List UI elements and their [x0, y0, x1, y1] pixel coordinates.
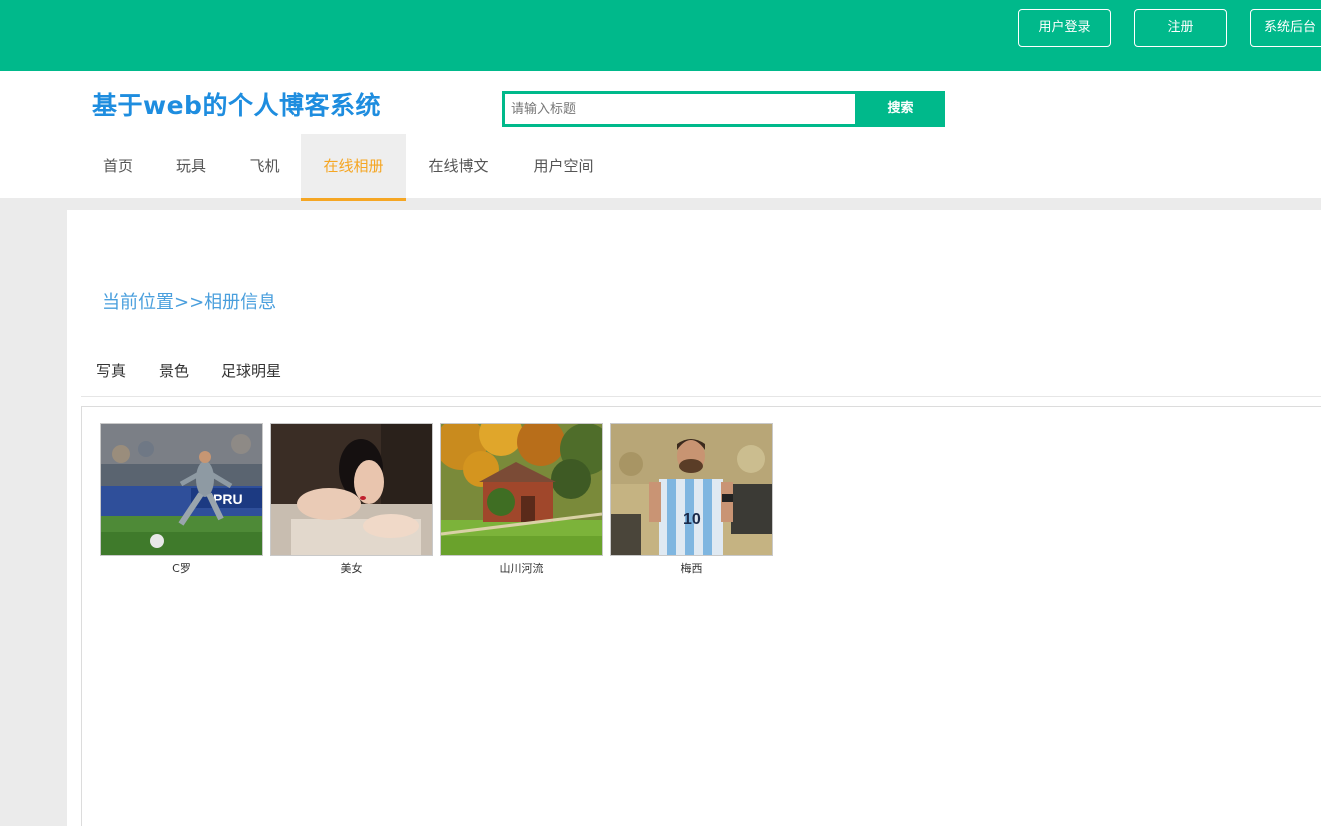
gallery-card[interactable]: 10 梅西 — [610, 423, 773, 576]
register-button[interactable]: 注册 — [1134, 9, 1227, 47]
header: 基于web的个人博客系统 搜索 首页 玩具 飞机 在线相册 在线博文 用户空间 — [0, 71, 1321, 201]
nav-item-user-space[interactable]: 用户空间 — [516, 134, 611, 201]
nav-item-home[interactable]: 首页 — [82, 134, 154, 201]
svg-text:PRU: PRU — [213, 491, 243, 507]
nav-item-toys[interactable]: 玩具 — [154, 134, 228, 201]
divider — [81, 396, 1321, 397]
photo-gallery: PRU C罗 美女 山川河流 10 梅西 — [81, 406, 1321, 826]
photo-caption: 美女 — [340, 562, 363, 575]
category-football-stars[interactable]: 足球明星 — [221, 360, 281, 381]
svg-text:10: 10 — [683, 511, 701, 528]
search-button[interactable]: 搜索 — [856, 91, 945, 127]
footballer-kicking-ball-photo[interactable]: PRU — [100, 423, 263, 556]
gallery-card[interactable]: PRU C罗 — [100, 423, 263, 576]
login-button[interactable]: 用户登录 — [1018, 9, 1111, 47]
photo-caption: 梅西 — [680, 562, 703, 575]
nav-item-blog[interactable]: 在线博文 — [411, 134, 506, 201]
content-panel: 当前位置>>相册信息 写真 景色 足球明星 PRU C罗 美女 山川河流 10 … — [67, 210, 1321, 826]
search-input[interactable] — [502, 91, 858, 127]
gallery-card[interactable]: 山川河流 — [440, 423, 603, 576]
footballer-in-argentina-shirt-photo[interactable]: 10 — [610, 423, 773, 556]
nav-item-planes[interactable]: 飞机 — [228, 134, 301, 201]
top-bar: 用户登录 注册 系统后台 — [0, 0, 1321, 71]
woman-portrait-photo[interactable] — [270, 423, 433, 556]
autumn-barn-landscape-photo[interactable] — [440, 423, 603, 556]
photo-caption: 山川河流 — [499, 562, 544, 575]
category-portrait[interactable]: 写真 — [96, 360, 126, 381]
breadcrumb: 当前位置>>相册信息 — [102, 292, 277, 313]
photo-caption: C罗 — [172, 562, 191, 575]
site-title[interactable]: 基于web的个人博客系统 — [92, 86, 381, 122]
gallery-card[interactable]: 美女 — [270, 423, 433, 576]
admin-button[interactable]: 系统后台 — [1250, 9, 1321, 47]
category-scenery[interactable]: 景色 — [159, 360, 189, 381]
nav-item-album[interactable]: 在线相册 — [301, 134, 406, 201]
